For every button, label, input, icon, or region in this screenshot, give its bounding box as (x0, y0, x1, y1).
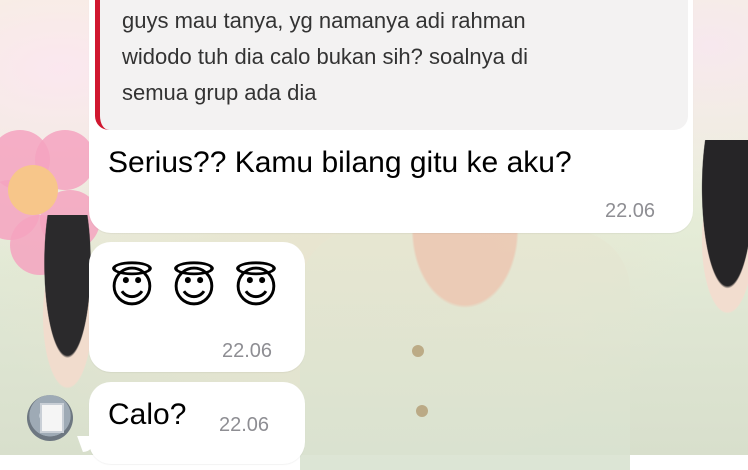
smiling-halo-emoji: 😇 (109, 262, 155, 313)
message-text: Calo? (108, 398, 187, 431)
quoted-message[interactable]: guys mau tanya, yg namanya adi rahman wi… (95, 0, 688, 130)
message-timestamp: 22.06 (222, 340, 273, 362)
wallpaper-person-center (300, 230, 630, 470)
smiling-halo-emoji: 😇 (233, 262, 279, 313)
reply-message-bubble[interactable]: guys mau tanya, yg namanya adi rahman wi… (89, 0, 693, 233)
message-timestamp: 22.06 (219, 414, 270, 436)
last-message-bubble[interactable]: Calo? 22.06 (89, 382, 305, 464)
sender-avatar-icon[interactable] (27, 395, 73, 441)
smiling-halo-emoji: 😇 (171, 262, 217, 313)
emoji-message-bubble[interactable]: 😇 😇 😇 22.06 (89, 242, 305, 372)
quoted-line: semua grup ada dia (122, 80, 317, 105)
message-text: Serius?? Kamu bilang gitu ke aku? (108, 146, 572, 179)
message-timestamp: 22.06 (605, 200, 656, 222)
quoted-line: guys mau tanya, yg namanya adi rahman (122, 8, 526, 33)
quoted-line: widodo tuh dia calo bukan sih? soalnya d… (122, 44, 529, 69)
